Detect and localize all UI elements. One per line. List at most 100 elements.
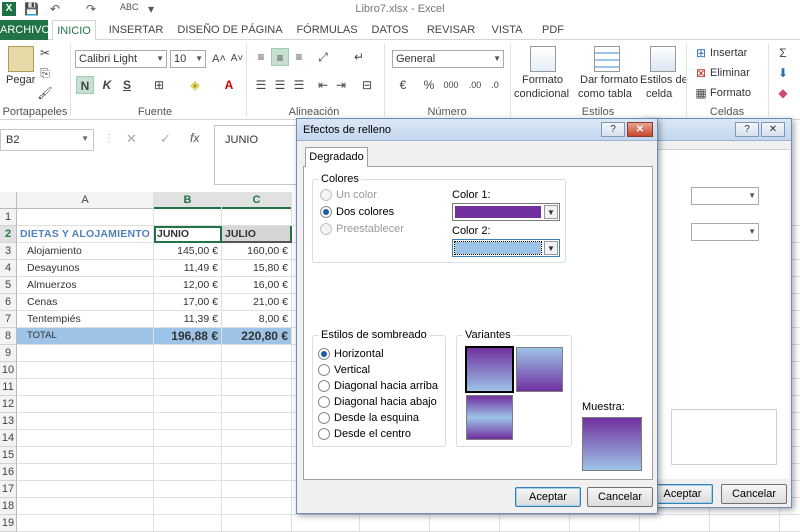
increase-indent-icon[interactable]: ⇥ <box>332 76 350 94</box>
help-button[interactable]: ? <box>735 122 759 137</box>
cell-b3[interactable]: 145,00 € <box>154 243 222 260</box>
cell-c6[interactable]: 21,00 € <box>222 294 292 311</box>
italic-button[interactable]: K <box>98 76 116 94</box>
row-header-10[interactable]: 10 <box>0 362 17 379</box>
row-header-12[interactable]: 12 <box>0 396 17 413</box>
paste-icon[interactable] <box>8 46 34 72</box>
row-header-1[interactable]: 1 <box>0 209 17 226</box>
preset-radio[interactable]: Preestablecer <box>320 223 404 236</box>
number-format-select[interactable]: General ▼ <box>392 50 504 68</box>
cell-styles-label-2[interactable]: celda <box>646 88 672 100</box>
cell-styles-icon[interactable] <box>650 46 676 72</box>
row-header-2[interactable]: 2 <box>0 226 17 243</box>
cell-b2[interactable]: JUNIO <box>154 226 222 243</box>
align-middle-icon[interactable]: ≡ <box>271 48 289 66</box>
decrease-decimal-icon[interactable]: .0 <box>486 76 504 94</box>
color1-select[interactable]: ▼ <box>452 203 560 221</box>
row-header-18[interactable]: 18 <box>0 498 17 515</box>
orientation-icon[interactable]: ⤢ <box>314 48 332 66</box>
cell-b6[interactable]: 17,00 € <box>154 294 222 311</box>
font-color-icon[interactable]: A <box>220 76 238 94</box>
format-painter-icon[interactable]: 🖌 <box>36 84 54 102</box>
cell-styles-label-1[interactable]: Estilos de <box>640 74 688 86</box>
cell-c3[interactable]: 160,00 € <box>222 243 292 260</box>
tab-diseno-pagina[interactable]: DISEÑO DE PÁGINA <box>176 20 284 40</box>
cell-b7[interactable]: 11,39 € <box>154 311 222 328</box>
delete-cells-icon[interactable]: ⊠ <box>692 64 710 82</box>
tab-pdf[interactable]: PDF <box>536 20 570 40</box>
select-all-corner[interactable] <box>0 192 17 209</box>
increase-decimal-icon[interactable]: .00 <box>466 76 484 94</box>
cell-c5[interactable]: 16,00 € <box>222 277 292 294</box>
cell-c4[interactable]: 15,80 € <box>222 260 292 277</box>
align-center-icon[interactable]: ☰ <box>271 76 289 94</box>
tab-degradado[interactable]: Degradado <box>305 147 368 167</box>
ok-button[interactable]: Aceptar <box>652 484 713 504</box>
row-header-14[interactable]: 14 <box>0 430 17 447</box>
close-button[interactable]: ✕ <box>761 122 785 137</box>
copy-icon[interactable]: ⎘ <box>36 64 54 82</box>
tab-insertar[interactable]: INSERTAR <box>104 20 168 40</box>
row-header-3[interactable]: 3 <box>0 243 17 260</box>
borders-icon[interactable]: ⊞ <box>150 76 168 94</box>
row-header-5[interactable]: 5 <box>0 277 17 294</box>
tab-inicio[interactable]: INICIO <box>52 20 96 41</box>
autosum-icon[interactable]: Σ <box>774 44 792 62</box>
shading-vertical-radio[interactable]: Vertical <box>318 364 370 377</box>
row-header-13[interactable]: 13 <box>0 413 17 430</box>
cut-icon[interactable]: ✂ <box>36 44 54 62</box>
merge-center-icon[interactable]: ⊟ <box>358 76 376 94</box>
row-header-17[interactable]: 17 <box>0 481 17 498</box>
tab-formulas[interactable]: FÓRMULAS <box>292 20 362 40</box>
cell-c7[interactable]: 8,00 € <box>222 311 292 328</box>
decrease-indent-icon[interactable]: ⇤ <box>314 76 332 94</box>
insert-cells-icon[interactable]: ⊞ <box>692 44 710 62</box>
cell-b8[interactable]: 196,88 € <box>154 328 222 345</box>
cell-a8[interactable]: TOTAL <box>17 328 154 345</box>
insert-cells-button[interactable]: Insertar <box>710 47 747 59</box>
tab-revisar[interactable]: REVISAR <box>420 20 482 40</box>
thousands-format-button[interactable]: 000 <box>440 76 462 94</box>
cell-a6[interactable]: Cenas <box>17 294 154 311</box>
grow-font-button[interactable]: A˄ <box>210 50 228 68</box>
column-header-a[interactable]: A <box>17 192 154 209</box>
row-header-4[interactable]: 4 <box>0 260 17 277</box>
bold-button[interactable]: N <box>76 76 94 94</box>
shading-corner-radio[interactable]: Desde la esquina <box>318 412 419 425</box>
cancel-button[interactable]: Cancelar <box>587 487 653 507</box>
pattern-style-select[interactable]: ▼ <box>691 223 759 241</box>
align-left-icon[interactable]: ☰ <box>252 76 270 94</box>
cell-c8[interactable]: 220,80 € <box>222 328 292 345</box>
paste-button[interactable]: Pegar <box>6 74 35 86</box>
tab-vista[interactable]: VISTA <box>486 20 528 40</box>
currency-format-button[interactable]: € <box>394 76 412 94</box>
confirm-entry-icon[interactable]: ✓ <box>160 131 171 147</box>
align-right-icon[interactable]: ☰ <box>290 76 308 94</box>
cell-b4[interactable]: 11,49 € <box>154 260 222 277</box>
pattern-color-select[interactable]: ▼ <box>691 187 759 205</box>
tab-archivo[interactable]: ARCHIVO <box>0 20 50 40</box>
align-top-icon[interactable]: ≡ <box>252 48 270 66</box>
variant-3[interactable] <box>466 395 513 440</box>
font-size-select[interactable]: 10 ▼ <box>170 50 206 68</box>
format-cells-icon[interactable]: ▦ <box>692 84 710 102</box>
cell-b5[interactable]: 12,00 € <box>154 277 222 294</box>
insert-function-icon[interactable]: fx <box>190 131 199 145</box>
tab-datos[interactable]: DATOS <box>366 20 414 40</box>
cancel-entry-icon[interactable]: ✕ <box>126 131 137 147</box>
format-as-table-label-1[interactable]: Dar formato <box>580 74 638 86</box>
shading-center-radio[interactable]: Desde el centro <box>318 428 411 441</box>
color2-select[interactable]: ▼ <box>452 239 560 257</box>
cell-a4[interactable]: Desayunos <box>17 260 154 277</box>
conditional-format-label-1[interactable]: Formato <box>522 74 563 86</box>
row-header-15[interactable]: 15 <box>0 447 17 464</box>
font-name-select[interactable]: Calibri Light ▼ <box>75 50 167 68</box>
name-box[interactable]: B2 ▼ <box>0 129 94 151</box>
row-header-16[interactable]: 16 <box>0 464 17 481</box>
ok-button[interactable]: Aceptar <box>515 487 581 507</box>
format-cells-button[interactable]: Formato <box>710 87 751 99</box>
conditional-format-label-2[interactable]: condicional <box>514 88 569 100</box>
row-header-9[interactable]: 9 <box>0 345 17 362</box>
shading-horizontal-radio[interactable]: Horizontal <box>318 348 384 361</box>
row-header-8[interactable]: 8 <box>0 328 17 345</box>
